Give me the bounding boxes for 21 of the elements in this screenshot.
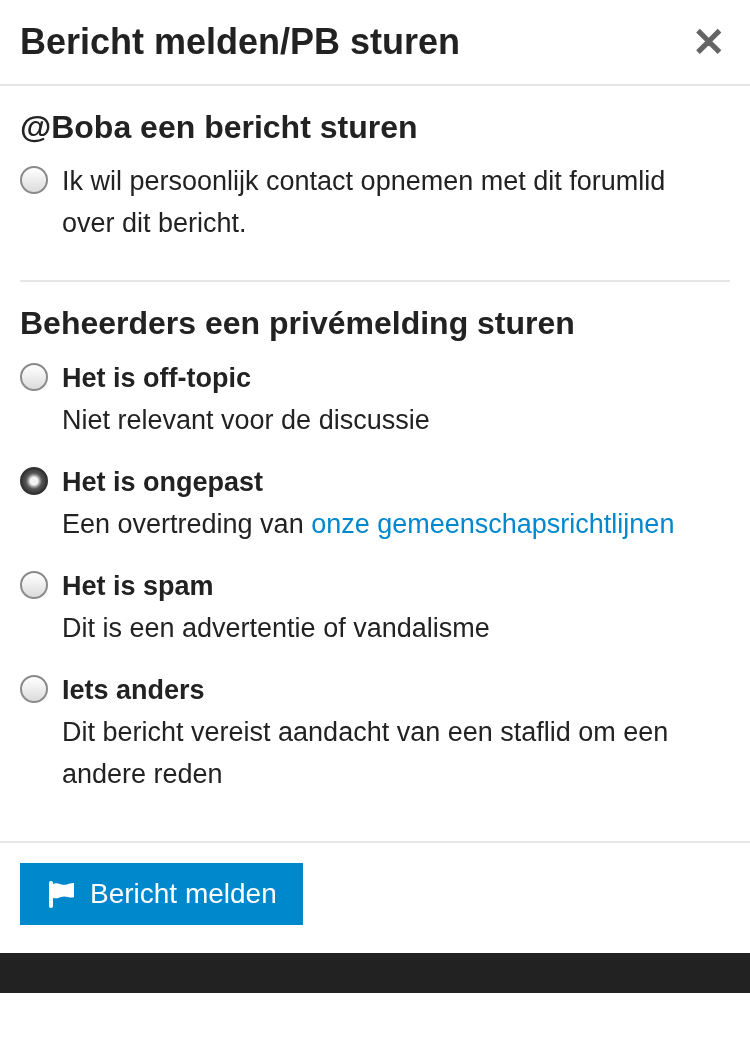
option-title[interactable]: Iets anders	[62, 668, 687, 711]
guidelines-link[interactable]: onze gemeenschapsrichtlijnen	[311, 508, 675, 539]
option-description: Dit is een advertentie of vandalisme	[62, 611, 490, 645]
option-description: Dit bericht vereist aandacht van een staflid om een andere reden	[62, 715, 670, 791]
radio-button[interactable]	[20, 166, 48, 195]
option-description: Een overtreding van onze gemeenschapsrichtlijnen	[62, 507, 675, 541]
close-button[interactable]: ✕	[688, 22, 730, 62]
radio-button[interactable]	[20, 674, 48, 703]
radio-button[interactable]	[20, 466, 48, 495]
option-label[interactable]: Ik wil persoonlijk contact opnemen met dit forumlid over dit bericht.	[62, 160, 687, 245]
flag-icon	[46, 878, 76, 909]
dialog-title: Bericht melden/PB sturen	[20, 20, 461, 64]
radio-button[interactable]	[20, 570, 48, 599]
option-title[interactable]: Het is ongepast	[62, 460, 675, 503]
radio-button[interactable]	[20, 362, 48, 391]
option-title[interactable]: Het is off-topic	[62, 356, 430, 399]
option-title[interactable]: Het is spam	[62, 564, 490, 607]
option-description: Niet relevant voor de discussie	[62, 403, 430, 437]
section-heading: @Boba een bericht sturen	[20, 108, 419, 147]
section-heading: Beheerders een privémelding sturen	[20, 304, 576, 343]
report-button[interactable]: Bericht melden	[20, 862, 303, 925]
